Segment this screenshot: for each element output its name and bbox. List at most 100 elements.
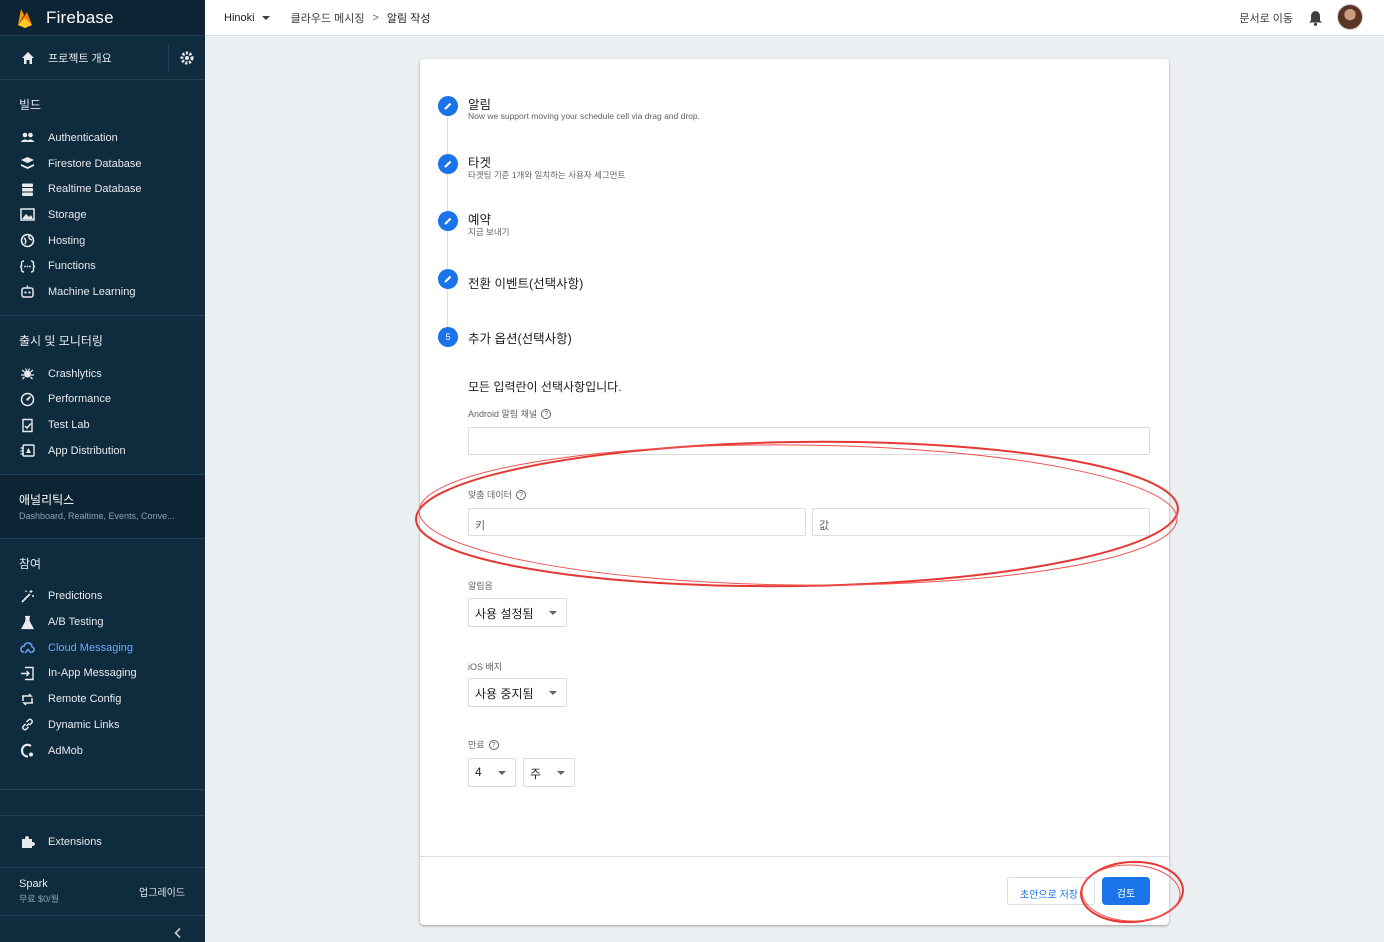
project-overview-label: 프로젝트 개요 xyxy=(48,52,112,65)
expiry-amount-select[interactable]: 4 xyxy=(468,758,516,787)
sidebar-item-performance[interactable]: Performance xyxy=(0,387,205,413)
sidebar-item-functions[interactable]: Functions xyxy=(0,253,205,279)
plan-name: Spark xyxy=(19,878,48,891)
ios-badge-select[interactable]: 사용 중지됨 xyxy=(468,678,567,707)
dropdown-arrow-icon xyxy=(549,691,557,695)
link-icon xyxy=(22,718,33,731)
in-app-icon xyxy=(21,666,34,681)
expiry-unit-value: 주 xyxy=(530,767,542,781)
save-draft-button[interactable]: 초안으로 저장 xyxy=(1007,877,1095,905)
sidebar-item-machine-learning[interactable]: Machine Learning xyxy=(0,279,205,305)
gear-icon[interactable] xyxy=(179,50,195,66)
sidebar: Firebase 프로젝트 개요 빌드 Authentication Fires… xyxy=(0,0,205,942)
robot-icon xyxy=(21,285,34,299)
project-name: Hinoki xyxy=(224,11,255,24)
sidebar-spacer xyxy=(0,790,205,817)
custom-data-label-text: 맞춤 데이터 xyxy=(468,490,512,500)
edit-icon xyxy=(438,211,458,231)
step-title: 추가 옵션(선택사항) xyxy=(468,332,572,346)
sidebar-item-label: Firestore Database xyxy=(48,157,142,170)
globe-icon xyxy=(20,233,35,248)
sound-select-value: 사용 설정됨 xyxy=(475,607,534,621)
custom-data-key-input[interactable]: 키 xyxy=(468,508,806,536)
remote-config-icon xyxy=(22,693,33,706)
docs-link[interactable]: 문서로 이동 xyxy=(1239,10,1293,26)
sidebar-item-in-app-messaging[interactable]: In-App Messaging xyxy=(0,661,205,687)
sidebar-item-label: Crashlytics xyxy=(48,367,102,380)
collapse-sidebar-button[interactable] xyxy=(0,916,205,942)
brand-name: Firebase xyxy=(46,7,114,27)
sidebar-item-label: Storage xyxy=(48,208,87,221)
avatar[interactable] xyxy=(1337,4,1363,30)
compose-notification-card: 알림 Now we support moving your schedule c… xyxy=(420,59,1169,925)
stepper-line xyxy=(447,175,448,211)
help-icon[interactable]: ? xyxy=(541,408,552,419)
sidebar-item-admob[interactable]: AdMob xyxy=(0,738,205,764)
sidebar-item-dynamic-links[interactable]: Dynamic Links xyxy=(0,712,205,738)
sidebar-item-firestore[interactable]: Firestore Database xyxy=(0,151,205,177)
card-footer-divider xyxy=(420,856,1169,857)
checklist-icon xyxy=(22,418,33,432)
custom-data-value-input[interactable]: 값 xyxy=(812,508,1150,536)
sound-select[interactable]: 사용 설정됨 xyxy=(468,598,567,627)
sidebar-item-label: A/B Testing xyxy=(48,616,104,629)
project-selector[interactable]: Hinoki xyxy=(224,12,273,24)
help-icon[interactable]: ? xyxy=(515,489,526,500)
dropdown-arrow-icon xyxy=(549,611,557,615)
project-overview[interactable]: 프로젝트 개요 xyxy=(0,36,205,80)
engage-section: 참여 Predictions A/B Testing Cloud Messagi… xyxy=(0,539,205,791)
sidebar-item-crashlytics[interactable]: Crashlytics xyxy=(0,361,205,387)
step-subtitle: 타겟팅 기준 1개와 일치하는 사용자 세그먼트 xyxy=(468,170,626,180)
sidebar-item-test-lab[interactable]: Test Lab xyxy=(0,412,205,438)
build-section-title: 빌드 xyxy=(19,98,42,112)
sidebar-item-app-distribution[interactable]: App Distribution xyxy=(0,438,205,464)
brand-header[interactable]: Firebase xyxy=(0,0,205,36)
sidebar-item-label: In-App Messaging xyxy=(48,667,137,680)
stepper-line xyxy=(447,289,448,327)
functions-icon xyxy=(20,260,35,273)
analytics-title: 애널리틱스 xyxy=(19,492,75,507)
stepper-line xyxy=(447,117,448,153)
sidebar-item-label: Remote Config xyxy=(48,693,122,706)
sidebar-item-extensions[interactable]: Extensions xyxy=(0,816,205,869)
sidebar-item-authentication[interactable]: Authentication xyxy=(0,125,205,151)
cloud-messaging-icon xyxy=(20,642,35,654)
help-icon[interactable]: ? xyxy=(488,739,499,750)
image-icon xyxy=(20,208,35,222)
sidebar-item-label: Dynamic Links xyxy=(48,718,120,731)
sidebar-item-label: AdMob xyxy=(48,744,83,757)
breadcrumb-cloud-messaging[interactable]: 클라우드 메시징 xyxy=(291,10,365,26)
sidebar-item-hosting[interactable]: Hosting xyxy=(0,228,205,254)
dropdown-arrow-icon xyxy=(498,771,506,775)
bell-icon[interactable] xyxy=(1308,10,1323,26)
sidebar-item-label: Machine Learning xyxy=(48,285,136,298)
upgrade-button[interactable]: 업그레이드 xyxy=(139,884,185,899)
sidebar-item-cloud-messaging[interactable]: Cloud Messaging xyxy=(0,635,205,661)
sidebar-item-label: Test Lab xyxy=(48,419,90,432)
ios-badge-label: iOS 배지 xyxy=(468,662,503,672)
sidebar-item-label: Hosting xyxy=(48,234,86,247)
step-title: 전환 이벤트(선택사항) xyxy=(468,277,584,291)
analytics-subtitle: Dashboard, Realtime, Events, Conve... xyxy=(19,510,175,521)
sidebar-item-realtime-database[interactable]: Realtime Database xyxy=(0,176,205,202)
expiry-unit-select[interactable]: 주 xyxy=(523,758,575,787)
expiry-label-text: 만료 xyxy=(468,740,485,750)
firebase-logo-icon xyxy=(18,8,32,28)
speedometer-icon xyxy=(20,392,35,407)
release-section: 출시 및 모니터링 Crashlytics Performance Test L… xyxy=(0,316,205,475)
sidebar-item-remote-config[interactable]: Remote Config xyxy=(0,686,205,712)
extensions-label: Extensions xyxy=(48,835,102,848)
database-icon xyxy=(22,183,33,196)
sidebar-item-storage[interactable]: Storage xyxy=(0,202,205,228)
sidebar-item-predictions[interactable]: Predictions xyxy=(0,584,205,610)
sidebar-item-ab-testing[interactable]: A/B Testing xyxy=(0,609,205,635)
custom-data-label: 맞춤 데이터? xyxy=(468,488,526,501)
sidebar-item-analytics[interactable]: 애널리틱스 Dashboard, Realtime, Events, Conve… xyxy=(0,474,205,539)
distribution-icon xyxy=(20,444,35,457)
step-subtitle: 지금 보내기 xyxy=(468,227,510,237)
home-icon xyxy=(22,51,34,64)
dropdown-arrow-icon xyxy=(557,771,565,775)
android-channel-input[interactable] xyxy=(468,427,1150,455)
review-button[interactable]: 검토 xyxy=(1102,877,1150,905)
flask-icon xyxy=(21,615,34,629)
